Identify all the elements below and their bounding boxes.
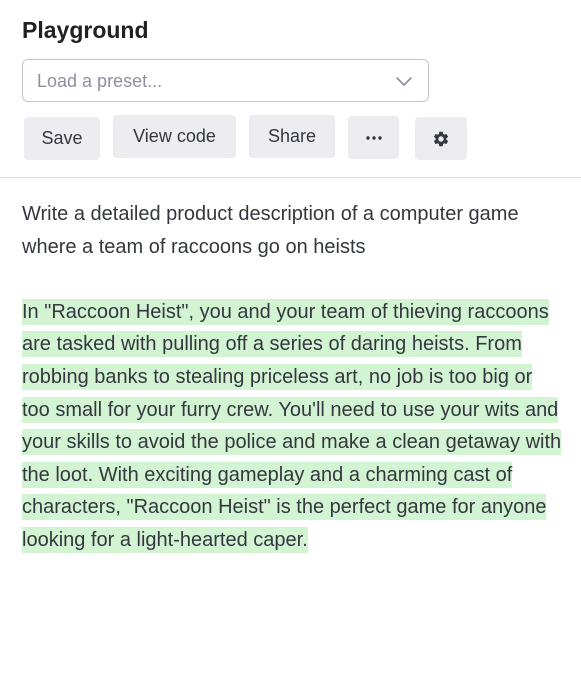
completion-paragraph: In "Raccoon Heist", you and your team of… xyxy=(22,296,562,557)
more-dots-icon xyxy=(365,135,382,140)
prompt-text: Write a detailed product description of … xyxy=(22,203,519,258)
share-button[interactable]: Share xyxy=(249,115,335,158)
settings-button[interactable] xyxy=(415,117,467,160)
preset-placeholder: Load a preset... xyxy=(37,71,163,91)
completion-text: In "Raccoon Heist", you and your team of… xyxy=(22,298,562,553)
editor-content[interactable]: Write a detailed product description of … xyxy=(22,198,562,557)
more-options-button[interactable] xyxy=(348,116,399,159)
preset-select[interactable]: Load a preset... xyxy=(22,59,429,102)
chevron-down-icon xyxy=(396,77,412,86)
gear-icon xyxy=(434,131,449,146)
playground-header: Playground Load a preset... Save View co… xyxy=(0,0,581,178)
page-title: Playground xyxy=(22,17,149,43)
save-button[interactable]: Save xyxy=(24,117,100,160)
view-code-button[interactable]: View code xyxy=(113,115,236,158)
